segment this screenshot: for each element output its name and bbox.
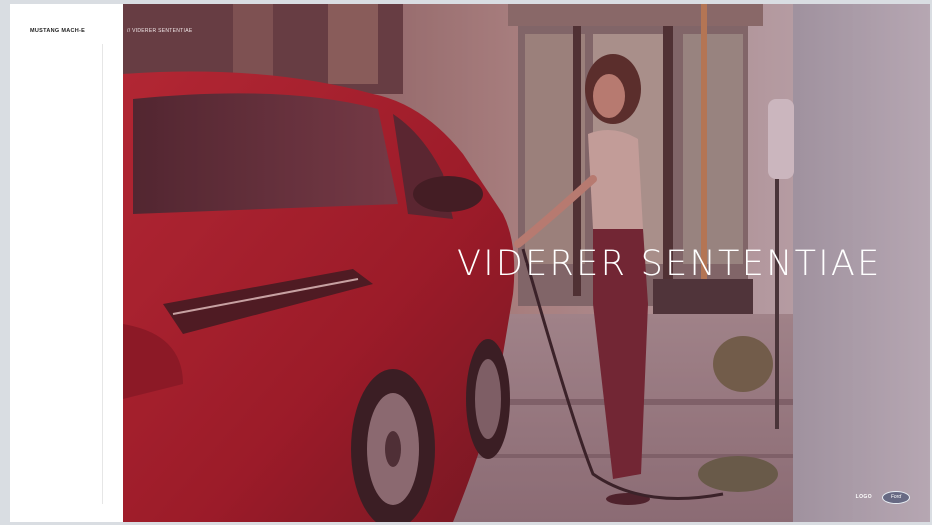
breadcrumb[interactable]: // VIDERER SENTENTIAE bbox=[127, 28, 192, 34]
hero-headline: VIDERER SENTENTIAE bbox=[457, 244, 882, 284]
logo-label: LOGO bbox=[855, 494, 872, 500]
brand-title: MUSTANG MACH-E bbox=[30, 28, 86, 34]
sidebar-divider bbox=[102, 44, 103, 504]
ford-logo-text: Ford bbox=[890, 494, 902, 500]
ford-logo-icon: Ford bbox=[882, 491, 910, 504]
hero-section: // VIDERER SENTENTIAE VIDERER SENTENTIAE… bbox=[123, 4, 930, 522]
sidebar: MUSTANG MACH-E bbox=[10, 4, 123, 522]
page-frame: MUSTANG MACH-E // VIDERER SENTENTIAE VID… bbox=[10, 4, 930, 522]
